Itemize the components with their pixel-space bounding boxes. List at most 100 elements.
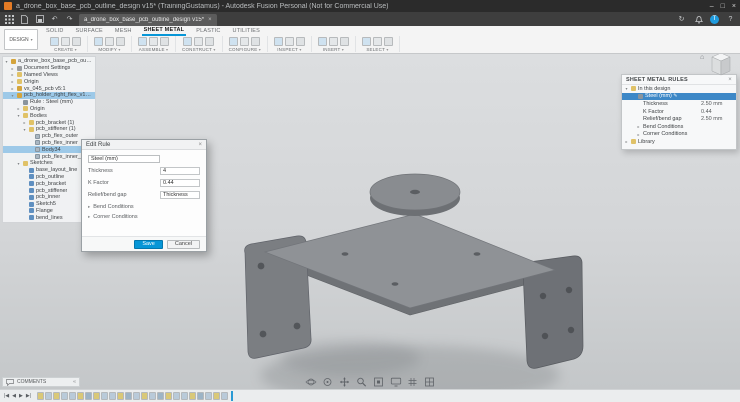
timeline-play-button[interactable]: ▶ — [19, 393, 23, 399]
timeline-feature-icon[interactable] — [101, 392, 108, 400]
timeline-feature-icon[interactable] — [109, 392, 116, 400]
field-input[interactable]: Thickness — [160, 191, 200, 199]
document-tab[interactable]: a_drone_box_base_pcb_outline_design v15*… — [79, 14, 217, 26]
close-button[interactable]: × — [732, 3, 736, 10]
toolbar-group-label[interactable]: SELECT — [366, 47, 388, 52]
field-input[interactable]: 4 — [160, 167, 200, 175]
tool-icon[interactable] — [160, 37, 169, 46]
tool-icon[interactable] — [138, 37, 147, 46]
timeline-feature-icon[interactable] — [141, 392, 148, 400]
tool-icon[interactable] — [329, 37, 338, 46]
ribbon-tab[interactable]: UTILITIES — [231, 27, 262, 35]
data-panel-toggle[interactable] — [4, 14, 15, 25]
save-button[interactable]: Save — [134, 240, 163, 249]
rule-name-input[interactable]: Steel (mm) — [88, 155, 160, 163]
tool-icon[interactable] — [183, 37, 192, 46]
browser-item[interactable]: ▸ Origin — [3, 106, 95, 113]
timeline-feature-icon[interactable] — [53, 392, 60, 400]
ribbon-tab[interactable]: SURFACE — [74, 27, 105, 35]
tool-icon[interactable] — [229, 37, 238, 46]
browser-item[interactable]: ▸ vx_045_pcb v5:1 — [3, 85, 95, 92]
tool-icon[interactable] — [251, 37, 260, 46]
expand-arrow-icon[interactable]: ▸ — [636, 124, 641, 129]
timeline-feature-icon[interactable] — [189, 392, 196, 400]
timeline-step-back-button[interactable]: ◀ — [12, 393, 16, 399]
file-menu-icon[interactable] — [19, 14, 30, 25]
timeline-position-marker[interactable] — [231, 391, 233, 401]
3d-viewport[interactable]: ▾ a_drone_box_base_pcb_outline_des... ▸ … — [0, 54, 740, 389]
timeline-feature-icon[interactable] — [77, 392, 84, 400]
browser-item[interactable]: ▾ Bodies — [3, 112, 95, 119]
tool-icon[interactable] — [50, 37, 59, 46]
tool-icon[interactable] — [61, 37, 70, 46]
tool-icon[interactable] — [384, 37, 393, 46]
dialog-section-expander[interactable]: ▸ Corner Conditions — [88, 214, 200, 220]
tool-icon[interactable] — [285, 37, 294, 46]
toolbar-group-label[interactable]: INSERT — [323, 47, 344, 52]
user-avatar[interactable]: T — [710, 15, 719, 24]
viewcube[interactable]: ⌂ — [700, 54, 734, 80]
help-icon[interactable]: ? — [725, 14, 736, 25]
tool-icon[interactable] — [340, 37, 349, 46]
save-icon[interactable] — [34, 14, 45, 25]
tool-icon[interactable] — [94, 37, 103, 46]
fit-icon[interactable] — [373, 377, 385, 387]
toolbar-group-label[interactable]: MODIFY — [98, 47, 120, 52]
expand-arrow-icon[interactable]: ▸ — [624, 139, 629, 144]
look-at-icon[interactable] — [322, 377, 334, 387]
toolbar-group-label[interactable]: CONSTRUCT — [182, 47, 216, 52]
browser-item[interactable]: ▸ Document Settings — [3, 65, 95, 72]
rules-tree-row[interactable]: ▸ Library — [622, 138, 736, 146]
expand-arrow-icon[interactable]: ▸ — [88, 214, 90, 220]
rules-tree-row[interactable]: ▸ Corner Conditions — [622, 131, 736, 139]
expand-arrow-icon[interactable]: ▾ — [16, 113, 21, 118]
tab-close-icon[interactable]: × — [208, 17, 212, 23]
timeline-feature-icon[interactable] — [197, 392, 204, 400]
tool-icon[interactable] — [194, 37, 203, 46]
expand-arrow-icon[interactable]: ▾ — [22, 127, 27, 132]
browser-item[interactable]: ▸ Origin — [3, 78, 95, 85]
expand-arrow-icon[interactable]: ▸ — [88, 204, 90, 210]
timeline-feature-icon[interactable] — [69, 392, 76, 400]
timeline-feature-icon[interactable] — [93, 392, 100, 400]
maximize-button[interactable]: □ — [721, 3, 725, 10]
ribbon-tab[interactable]: SHEET METAL — [142, 26, 187, 36]
ribbon-tab[interactable]: PLASTIC — [194, 27, 222, 35]
browser-item[interactable]: ▾ pcb_holder_right_flex_v15:1 — [3, 92, 95, 99]
expand-arrow-icon[interactable]: ▸ — [636, 132, 641, 137]
toolbar-group[interactable]: CREATE — [44, 36, 88, 52]
rules-tree-row[interactable]: Thickness 2.50 mm — [622, 100, 736, 108]
toolbar-group[interactable]: MODIFY — [88, 36, 132, 52]
tool-icon[interactable] — [72, 37, 81, 46]
display-settings-icon[interactable] — [390, 377, 402, 387]
dialog-close-icon[interactable]: × — [198, 142, 202, 148]
tool-icon[interactable] — [149, 37, 158, 46]
expand-arrow-icon[interactable]: ▾ — [624, 86, 629, 91]
tool-icon[interactable] — [240, 37, 249, 46]
expand-arrow-icon[interactable]: ▸ — [10, 66, 15, 71]
job-status-icon[interactable]: ↻ — [676, 14, 687, 25]
timeline-feature-icon[interactable] — [37, 392, 44, 400]
browser-item[interactable]: Rule : Steel (mm) — [3, 99, 95, 106]
timeline-go-to-start-button[interactable]: |◀ — [4, 393, 9, 399]
ribbon-tab[interactable]: MESH — [113, 27, 134, 35]
field-input[interactable]: 0.44 — [160, 179, 200, 187]
expand-arrow-icon[interactable]: ▸ — [22, 120, 27, 125]
toolbar-group[interactable]: CONSTRUCT — [176, 36, 223, 52]
viewports-icon[interactable] — [424, 377, 436, 387]
timeline-feature-icon[interactable] — [45, 392, 52, 400]
tool-icon[interactable] — [274, 37, 283, 46]
ribbon-tab[interactable]: SOLID — [44, 27, 66, 35]
grid-settings-icon[interactable] — [407, 377, 419, 387]
expand-arrow-icon[interactable]: ▸ — [10, 72, 15, 77]
orbit-icon[interactable] — [305, 377, 317, 387]
zoom-icon[interactable] — [356, 377, 368, 387]
tool-icon[interactable] — [105, 37, 114, 46]
timeline-feature-icon[interactable] — [61, 392, 68, 400]
timeline-feature-icon[interactable] — [221, 392, 228, 400]
timeline-feature-icon[interactable] — [149, 392, 156, 400]
comments-bar[interactable]: COMMENTS « — [2, 377, 80, 387]
dialog-titlebar[interactable]: Edit Rule × — [82, 140, 206, 150]
expand-arrow-icon[interactable]: ▾ — [4, 59, 9, 64]
timeline-feature-icon[interactable] — [213, 392, 220, 400]
